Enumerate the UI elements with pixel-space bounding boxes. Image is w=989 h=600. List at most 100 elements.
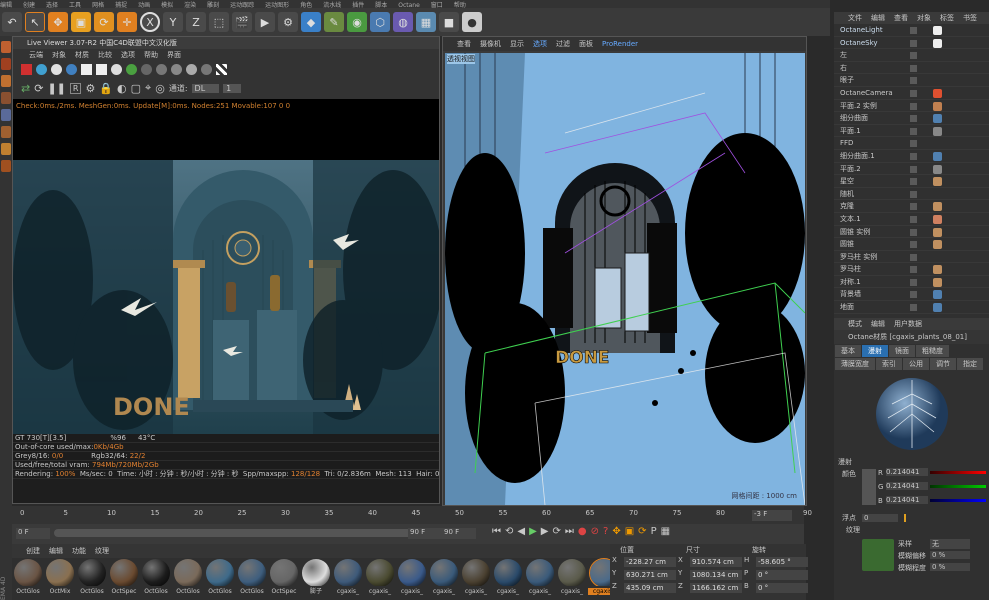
- material-label[interactable]: cgaxis_: [396, 588, 428, 595]
- visibility-toggle[interactable]: [910, 77, 917, 85]
- material-label[interactable]: OctGlos: [204, 588, 236, 595]
- light-icon[interactable]: ●: [462, 12, 482, 32]
- lv-menu-item-3[interactable]: 比较: [98, 51, 112, 59]
- object-name[interactable]: 右: [840, 62, 847, 75]
- b-value[interactable]: 0.214041: [886, 496, 928, 504]
- floor-icon[interactable]: ▦: [416, 12, 436, 32]
- object-row[interactable]: 细分曲面.1: [834, 150, 989, 163]
- float-slider[interactable]: [904, 514, 906, 522]
- b-slider[interactable]: [930, 499, 986, 502]
- object-name[interactable]: 罗马柱 实例: [840, 251, 877, 264]
- visibility-toggle[interactable]: [910, 228, 917, 236]
- attr-menu-item-0[interactable]: 模式: [848, 320, 862, 328]
- range-slider[interactable]: [54, 529, 424, 537]
- pause-icon[interactable]: ❚❚: [47, 82, 65, 95]
- attr-tab-7[interactable]: 调节: [930, 358, 956, 370]
- attr-tab-3[interactable]: 粗糙度: [916, 345, 949, 357]
- lv-menu-item-2[interactable]: 材质: [75, 51, 89, 59]
- object-name[interactable]: 文本.1: [840, 213, 861, 226]
- object-tag-icon[interactable]: [933, 240, 942, 250]
- mat-ball3-icon[interactable]: [171, 63, 182, 75]
- material-ball[interactable]: [14, 559, 42, 586]
- mat-menu-item-2[interactable]: 功能: [72, 547, 86, 555]
- object-row[interactable]: 随机: [834, 188, 989, 201]
- object-row[interactable]: 克隆: [834, 200, 989, 213]
- mat-menu-item-0[interactable]: 创建: [26, 547, 40, 555]
- object-name[interactable]: 随机: [840, 188, 854, 201]
- vp-menu-item-0[interactable]: 查看: [457, 40, 471, 48]
- object-name[interactable]: 背景墙: [840, 288, 861, 301]
- record-key-icon[interactable]: ●: [578, 526, 587, 537]
- object-tag-icon[interactable]: [933, 227, 942, 237]
- lv-menu-item-4[interactable]: 选项: [121, 51, 135, 59]
- vp-menu-item-1[interactable]: 摄像机: [480, 40, 501, 48]
- material-ball[interactable]: [78, 559, 106, 586]
- polygons-mode-icon[interactable]: [1, 75, 11, 87]
- visibility-toggle[interactable]: [910, 52, 917, 60]
- visibility-toggle[interactable]: [910, 140, 917, 148]
- end-frame-2[interactable]: 90 F: [442, 528, 476, 539]
- visibility-toggle[interactable]: [910, 39, 917, 47]
- object-name[interactable]: OctaneCamera: [840, 87, 893, 100]
- g-value[interactable]: 0.214041: [886, 482, 928, 490]
- color-swatch[interactable]: [862, 469, 876, 505]
- next-key-icon[interactable]: ⟳: [553, 526, 561, 537]
- visibility-toggle[interactable]: [910, 27, 917, 34]
- material-ball[interactable]: [558, 559, 586, 586]
- om-menu-item-4[interactable]: 标签: [940, 14, 954, 22]
- vp-menu-item-2[interactable]: 显示: [510, 40, 524, 48]
- object-row[interactable]: 平面.2: [834, 163, 989, 176]
- camera-icon[interactable]: ■: [439, 12, 459, 32]
- object-row[interactable]: FFD: [834, 137, 989, 150]
- pos-x[interactable]: -228.27 cm: [624, 557, 676, 567]
- lock-icon[interactable]: 🔒: [99, 82, 113, 95]
- checker-icon[interactable]: [216, 63, 227, 75]
- help-icon[interactable]: ?: [603, 526, 608, 537]
- lv-menu-item-5[interactable]: 帮助: [144, 51, 158, 59]
- blur-offset-value[interactable]: 0 %: [930, 551, 970, 559]
- attr-menu-item-2[interactable]: 用户数据: [894, 320, 922, 328]
- material-ball[interactable]: [270, 559, 298, 586]
- material-label[interactable]: 膨子: [300, 586, 332, 595]
- object-row[interactable]: 眼子: [834, 74, 989, 87]
- object-row[interactable]: OctaneSky: [834, 37, 989, 50]
- cube-icon[interactable]: ◆: [301, 12, 321, 32]
- object-tag-icon[interactable]: [933, 265, 942, 275]
- edges-mode-icon[interactable]: [1, 58, 11, 70]
- r-value[interactable]: 0.214041: [886, 468, 928, 476]
- object-name[interactable]: 克隆: [840, 200, 854, 213]
- material-ball[interactable]: [206, 559, 234, 586]
- lv-menu-item-1[interactable]: 对象: [52, 51, 66, 59]
- visibility-toggle[interactable]: [910, 64, 917, 72]
- object-tag-icon[interactable]: [933, 290, 942, 300]
- object-tag-icon[interactable]: [933, 101, 942, 111]
- size-z[interactable]: 1166.162 cm: [690, 583, 742, 593]
- end-frame[interactable]: 90 F: [408, 528, 442, 539]
- channel-icon[interactable]: [36, 63, 47, 75]
- material-ball[interactable]: [430, 559, 458, 586]
- object-tag-icon[interactable]: [933, 214, 942, 224]
- scale-key-icon[interactable]: ▣: [625, 526, 634, 537]
- object-name[interactable]: 平面.1: [840, 125, 861, 138]
- rotate-icon[interactable]: ⟳: [94, 12, 114, 32]
- material-ball[interactable]: [110, 559, 138, 586]
- lv-menu-item-6[interactable]: 界面: [167, 51, 181, 59]
- play-icon[interactable]: ▶: [529, 526, 537, 537]
- rotate-key-icon[interactable]: ⟳: [638, 526, 646, 537]
- object-name[interactable]: 细分曲面.1: [840, 150, 875, 163]
- object-row[interactable]: OctaneLight: [834, 24, 989, 37]
- material-label[interactable]: cgaxis_: [460, 588, 492, 595]
- render-icon[interactable]: ▶: [255, 12, 275, 32]
- attr-tab-1[interactable]: 漫射: [862, 345, 888, 357]
- float-value[interactable]: 0: [862, 514, 898, 522]
- object-name[interactable]: 对称.1: [840, 276, 861, 289]
- om-menu-item-3[interactable]: 对象: [917, 14, 931, 22]
- lv-menu-item-0[interactable]: 云端: [29, 51, 43, 59]
- object-name[interactable]: 平面.2 实例: [840, 100, 877, 113]
- pick-icon[interactable]: ⌖: [145, 81, 151, 95]
- send-icon[interactable]: ⇄: [21, 82, 30, 95]
- object-row[interactable]: 背景墙: [834, 288, 989, 302]
- visibility-toggle[interactable]: [910, 304, 917, 312]
- material-ball[interactable]: [398, 559, 426, 586]
- material-icon[interactable]: [111, 63, 122, 75]
